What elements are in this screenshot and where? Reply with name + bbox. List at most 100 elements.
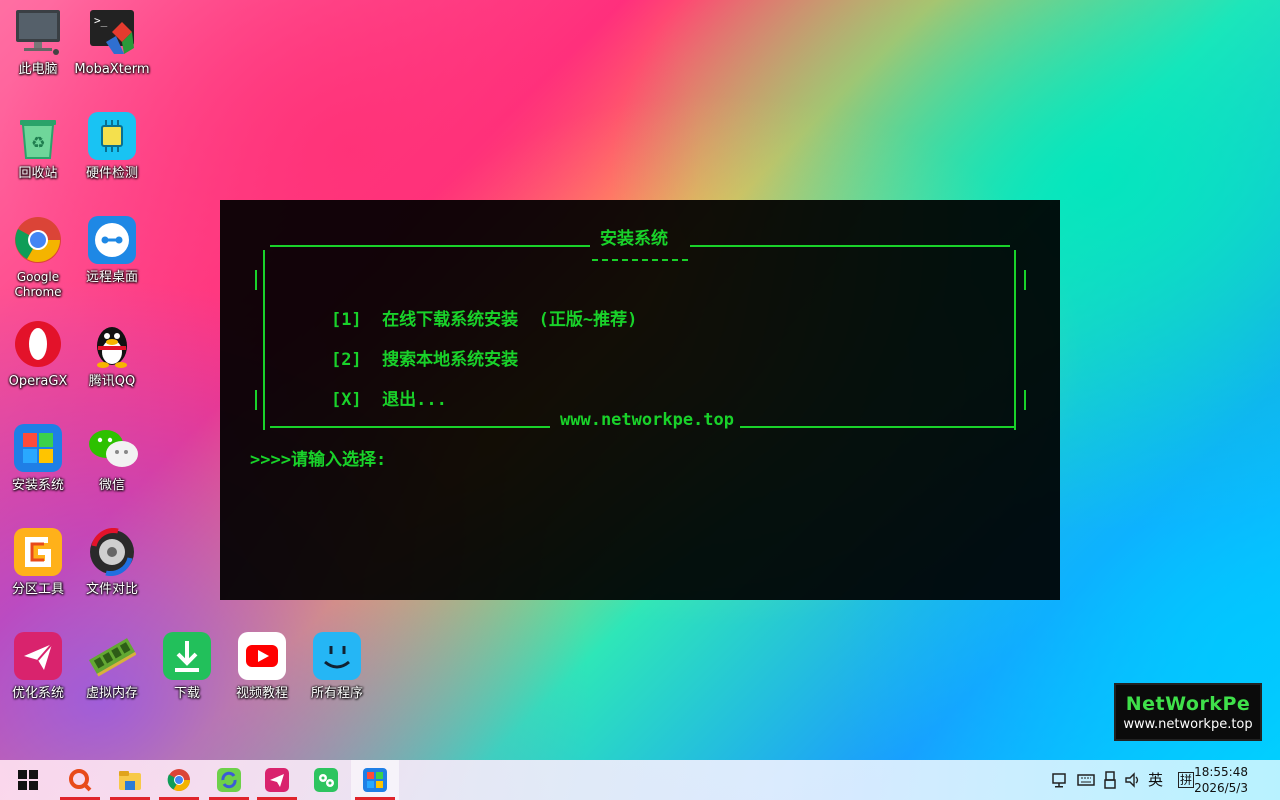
- download-icon: [163, 632, 211, 680]
- desktop-icon-this-pc[interactable]: 此电脑: [0, 8, 76, 78]
- desktop-icon-file-compare[interactable]: 文件对比: [74, 528, 150, 598]
- desktop-icon-label: Google Chrome: [14, 270, 62, 299]
- taskbar-file-explorer[interactable]: [106, 760, 154, 800]
- finder-icon: [313, 632, 361, 680]
- memory-icon: [88, 632, 137, 680]
- optimize-icon: [14, 632, 62, 680]
- desktop-icon-label: 视频教程: [235, 686, 288, 701]
- menu-border-top-right: [690, 245, 1010, 247]
- desktop-icon-operagx[interactable]: OperaGX: [0, 320, 76, 390]
- menu-border-right-offset: [1024, 270, 1026, 290]
- ime-language[interactable]: 英: [1148, 760, 1163, 800]
- svg-text:>_: >_: [94, 14, 108, 27]
- desktop-icon-remote-desktop[interactable]: 远程桌面: [74, 216, 150, 286]
- recycle-bin-icon: ♻: [14, 112, 62, 160]
- desktop-icon-label: 安装系统: [11, 478, 64, 493]
- networkpe-logo: NetWorkPe www.networkpe.top: [1114, 683, 1262, 741]
- system-clock[interactable]: 18:55:48 2026/5/3: [1194, 764, 1248, 796]
- taskbar-optimize-app[interactable]: [253, 760, 301, 800]
- menu-title-underline: [592, 259, 688, 263]
- desktop-icon-label: 微信: [98, 478, 125, 493]
- desktop-icon-partition-tool[interactable]: 分区工具: [0, 528, 76, 598]
- usb-icon[interactable]: [1103, 760, 1117, 800]
- desktop-icon-all-programs[interactable]: 所有程序: [299, 632, 375, 702]
- desktop-icon-label: 下载: [173, 686, 200, 701]
- desktop-icon-google-chrome[interactable]: Google Chrome: [0, 216, 76, 300]
- desktop-icon-label: 分区工具: [11, 582, 64, 597]
- desktop-icon-label: 腾讯QQ: [88, 374, 136, 389]
- sync-app-icon: [217, 768, 241, 792]
- svg-text:♻: ♻: [31, 133, 45, 152]
- option-1-text: 在线下载系统安装 (正版~推荐): [382, 310, 638, 330]
- qq-icon: [88, 320, 136, 368]
- taskbar-sync-app[interactable]: [205, 760, 253, 800]
- desktop-icon-label: MobaXterm: [74, 62, 150, 77]
- partition-tool-icon: [14, 528, 62, 576]
- ime-mode-label: 拼: [1178, 772, 1195, 788]
- desktop-icon-hardware-check[interactable]: 硬件检测: [74, 112, 150, 182]
- menu-border-left-offset: [255, 270, 257, 290]
- desktop-icon-label: OperaGX: [8, 374, 68, 389]
- keyboard-icon[interactable]: [1077, 760, 1095, 800]
- desktop-icon-tencent-qq[interactable]: 腾讯QQ: [74, 320, 150, 390]
- clock-time: 18:55:48: [1194, 765, 1248, 779]
- option-2-text: 搜索本地系统安装: [382, 350, 519, 370]
- input-prompt[interactable]: >>>>请输入选择:: [250, 450, 386, 470]
- desktop-icon-wechat[interactable]: 微信: [74, 424, 150, 494]
- mobaxterm-icon: >_: [88, 8, 136, 56]
- volume-icon[interactable]: [1124, 760, 1142, 800]
- desktop-icon-label: 虚拟内存: [85, 686, 138, 701]
- clock-date: 2026/5/3: [1194, 781, 1248, 795]
- network-icon[interactable]: [1052, 760, 1070, 800]
- desktop-icon-label: 所有程序: [310, 686, 363, 701]
- option-x-text: 退出...: [382, 390, 447, 410]
- search-app-icon: [69, 769, 92, 792]
- option-2-key: [2]: [330, 350, 362, 370]
- taskbar-gear-app[interactable]: [302, 760, 350, 800]
- desktop-icon-video-tutorial[interactable]: 视频教程: [224, 632, 300, 702]
- desktop-icon-label: 文件对比: [85, 582, 138, 597]
- telegram-like-icon: [265, 768, 289, 792]
- option-x: [X] 退出...: [290, 370, 447, 430]
- taskbar-chrome[interactable]: [155, 760, 203, 800]
- wechat-icon: [88, 424, 138, 472]
- desktop-icon-install-system[interactable]: 安装系统: [0, 424, 76, 494]
- footer-url: www.networkpe.top: [560, 410, 734, 430]
- desktop-icon-mobaxterm[interactable]: >_ MobaXterm: [74, 8, 150, 78]
- desktop-icon-download[interactable]: 下载: [149, 632, 225, 702]
- desktop-icon-label: 硬件检测: [85, 166, 138, 181]
- menu-border-right: [1014, 250, 1016, 430]
- desktop-icon-recycle-bin[interactable]: ♻ 回收站: [0, 112, 76, 182]
- taskbar-install-system[interactable]: [351, 760, 399, 800]
- menu-border-bottom-left: [270, 426, 550, 428]
- desktop-icon-virtual-memory[interactable]: 虚拟内存: [74, 632, 150, 702]
- start-icon: [18, 770, 38, 790]
- menu-border-left: [263, 250, 265, 430]
- desktop-icon-label: 此电脑: [18, 62, 58, 77]
- opera-icon: [14, 320, 62, 368]
- taskbar-search-app[interactable]: [56, 760, 104, 800]
- option-x-key: [X]: [330, 390, 362, 410]
- menu-border-bottom-right: [740, 426, 1014, 428]
- start-button[interactable]: [4, 760, 52, 800]
- youtube-icon: [238, 632, 286, 680]
- chip-icon: [88, 112, 136, 160]
- desktop-icon-label: 优化系统: [11, 686, 64, 701]
- windows-install-icon: [14, 424, 62, 472]
- install-system-icon: [363, 768, 387, 792]
- computer-icon: [14, 8, 62, 56]
- desktop-icon-label: 远程桌面: [85, 270, 138, 285]
- chrome-icon: [167, 769, 190, 791]
- taskbar: 英 拼 18:55:48 2026/5/3: [0, 760, 1280, 800]
- wechat-work-icon: [314, 768, 338, 792]
- menu-border-top-left: [270, 245, 590, 247]
- ime-mode[interactable]: 拼: [1178, 760, 1195, 800]
- console-window[interactable]: 安装系统 [1] 在线下载系统安装 (正版~推荐) [2] 搜索本地系统安装 […: [220, 200, 1060, 600]
- menu-border-left-offset: [255, 390, 257, 410]
- logo-url: www.networkpe.top: [1123, 717, 1253, 732]
- file-explorer-icon: [119, 771, 141, 790]
- desktop-icon-optimize-system[interactable]: 优化系统: [0, 632, 76, 702]
- menu-border-right-offset: [1024, 390, 1026, 410]
- option-1-key: [1]: [330, 310, 362, 330]
- desktop-icon-label: 回收站: [18, 166, 58, 181]
